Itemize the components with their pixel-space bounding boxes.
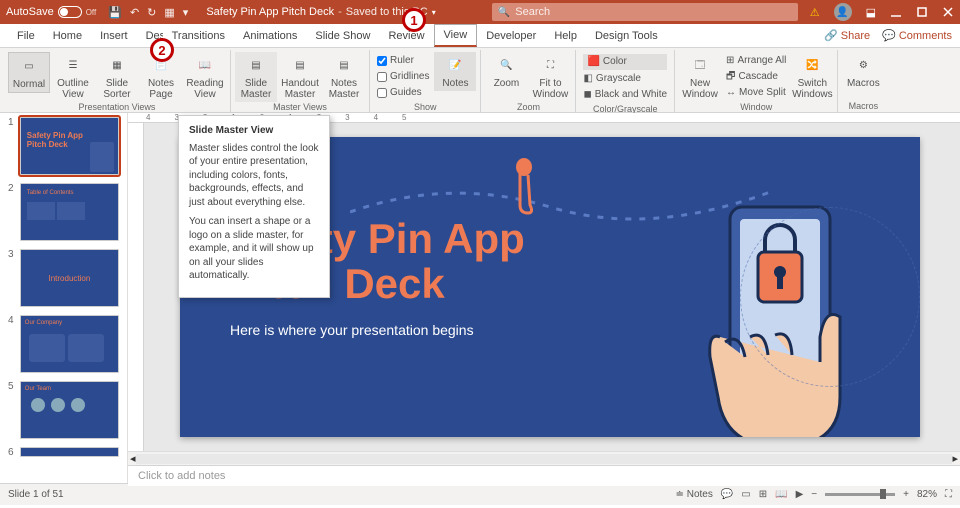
notes-master-button[interactable]: ▤Notes Master [323,52,365,102]
tab-home[interactable]: Home [44,24,91,47]
search-icon: 🔍 [498,7,510,18]
ribbon-display-icon[interactable]: ⬓ [866,6,876,19]
group-window: 🗔New Window ⊞ Arrange All 🗗 Cascade ↔ Mo… [675,50,838,113]
normal-view-button[interactable]: ▭Normal [8,52,50,93]
thumbnail-2[interactable]: 2Table of Contents [8,183,119,241]
slide-subtitle[interactable]: Here is where your presentation begins [230,322,474,338]
tab-insert[interactable]: Insert [91,24,137,47]
autosave-state: Off [86,8,97,17]
autosave-toggle[interactable]: AutoSave Off [6,6,96,18]
tab-file[interactable]: File [8,24,44,47]
maximize-icon[interactable] [916,6,928,18]
zoom-button[interactable]: 🔍Zoom [485,52,527,91]
thumbnail-1[interactable]: 1Safety Pin AppPitch Deck [8,117,119,175]
tab-developer[interactable]: Developer [477,24,545,47]
thumbnail-6[interactable]: 6 [8,447,119,458]
slide-counter[interactable]: Slide 1 of 51 [8,489,64,500]
toggle-icon [58,6,82,18]
autosave-label: AutoSave [6,6,54,18]
status-bar: Slide 1 of 51 ≐ Notes 💬 ▭ ⊞ 📖 ▶ − + 82% … [0,483,960,505]
gridlines-checkbox[interactable]: Gridlines [377,70,429,84]
slide-thumbnails-panel[interactable]: 1Safety Pin AppPitch Deck 2Table of Cont… [0,113,128,483]
body-area: 1Safety Pin AppPitch Deck 2Table of Cont… [0,113,960,483]
qat-more-icon[interactable]: ▾ [183,6,189,19]
document-title[interactable]: Safety Pin App Pitch Deck - Saved to thi… [206,6,435,18]
title-bar: AutoSave Off 💾 ↶ ↻ ▦ ▾ Safety Pin App Pi… [0,0,960,24]
group-presentation-views: ▭Normal ☰Outline View ▦Slide Sorter 📄Not… [4,50,231,113]
slide-master-tooltip: Slide Master View Master slides control … [178,115,330,298]
ribbon-tabs: File Home Insert Design Transitions Anim… [0,24,960,48]
search-input[interactable]: 🔍 Search [492,3,798,21]
group-macros: ⚙Macros Macros [838,50,888,113]
share-button[interactable]: 🔗 Share [824,29,870,42]
tab-view[interactable]: View [434,24,478,47]
normal-view-icon[interactable]: ▭ [741,489,750,500]
zoom-out-icon[interactable]: − [811,489,817,500]
outline-view-button[interactable]: ☰Outline View [52,52,94,102]
ruler-checkbox[interactable]: Ruler [377,54,429,68]
group-show: Ruler Gridlines Guides 📝Notes Show [370,50,481,113]
handout-master-button[interactable]: ▤Handout Master [279,52,321,102]
zoom-percent[interactable]: 82% [917,489,937,500]
thumbnail-5[interactable]: 5Our Team [8,381,119,439]
grayscale-button[interactable]: ◧ Grayscale [583,72,667,86]
close-icon[interactable] [942,6,954,18]
thumbnail-4[interactable]: 4Our Company [8,315,119,373]
macros-button[interactable]: ⚙Macros [842,52,884,91]
minimize-icon[interactable] [890,6,902,18]
thumbnail-3[interactable]: 3Introduction [8,249,119,307]
slide-sorter-button[interactable]: ▦Slide Sorter [96,52,138,102]
horizontal-scrollbar[interactable]: ◂▸ [128,451,960,465]
group-color-grayscale: 🟥 Color ◧ Grayscale ◼ Black and White Co… [576,50,675,113]
safety-pin-icon [510,157,538,217]
fit-to-window-button[interactable]: ⛶Fit to Window [529,52,571,102]
notes-toggle[interactable]: ≐ Notes [676,489,713,500]
switch-windows-button[interactable]: 🔀Switch Windows [791,52,833,102]
comments-pane-icon[interactable]: 💬 [721,489,733,500]
reading-view-icon[interactable]: 📖 [775,489,787,500]
reading-view-button[interactable]: 📖Reading View [184,52,226,102]
group-zoom: 🔍Zoom ⛶Fit to Window Zoom [481,50,576,113]
annotation-1: 1 [402,8,426,32]
start-slideshow-icon[interactable]: ▦ [164,6,174,19]
warning-icon[interactable]: ⚠ [810,6,820,19]
color-button[interactable]: 🟥 Color [583,54,667,70]
tab-animations[interactable]: Animations [234,24,306,47]
user-avatar[interactable]: 👤 [834,3,852,21]
redo-icon[interactable]: ↻ [147,6,156,19]
guides-checkbox[interactable]: Guides [377,86,429,100]
slideshow-view-icon[interactable]: ▶ [796,489,804,500]
arrange-all-button[interactable]: ⊞ Arrange All [726,54,786,68]
window-controls: ⚠ 👤 ⬓ [810,3,954,21]
sorter-view-icon[interactable]: ⊞ [759,489,767,500]
fit-slide-icon[interactable]: ⛶ [945,489,952,500]
grid-circle-decoration [740,207,920,387]
notes-input[interactable]: Click to add notes [128,465,960,486]
slide-master-button[interactable]: ▤Slide Master [235,52,277,102]
move-split-button[interactable]: ↔ Move Split [726,86,786,100]
group-master-views: ▤Slide Master ▤Handout Master ▤Notes Mas… [231,50,370,113]
cascade-button[interactable]: 🗗 Cascade [726,70,786,84]
vertical-ruler[interactable] [128,123,144,451]
undo-icon[interactable]: ↶ [130,6,139,19]
annotation-2: 2 [150,38,174,62]
notes-button[interactable]: 📝Notes [434,52,476,91]
tab-transitions[interactable]: Transitions [163,24,234,47]
bw-button[interactable]: ◼ Black and White [583,88,667,102]
new-window-button[interactable]: 🗔New Window [679,52,721,102]
zoom-slider[interactable] [825,493,895,496]
zoom-in-icon[interactable]: + [903,489,909,500]
tab-slideshow[interactable]: Slide Show [306,24,379,47]
save-icon[interactable]: 💾 [108,6,122,19]
comments-button[interactable]: 💬 Comments [882,29,952,42]
tab-help[interactable]: Help [545,24,586,47]
quick-access-toolbar: 💾 ↶ ↻ ▦ ▾ [108,6,188,19]
ribbon: ▭Normal ☰Outline View ▦Slide Sorter 📄Not… [0,48,960,113]
tab-designtools[interactable]: Design Tools [586,24,667,47]
chevron-down-icon: ▾ [432,8,436,17]
